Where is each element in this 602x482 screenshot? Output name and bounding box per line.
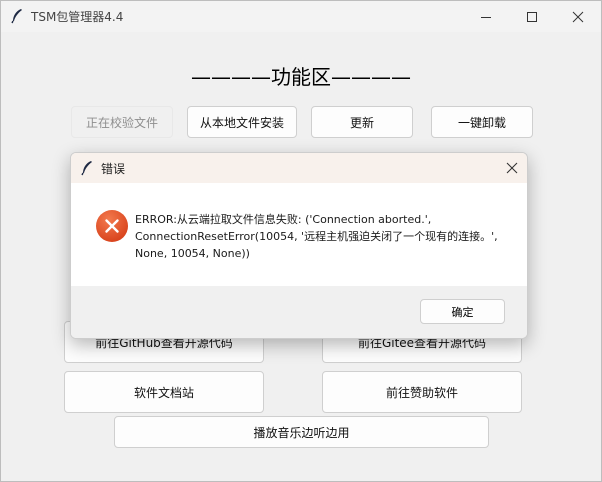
close-icon: [572, 11, 584, 22]
minimize-button[interactable]: [463, 1, 509, 32]
docs-site-button[interactable]: 软件文档站: [64, 371, 264, 413]
error-dialog: 错误 ERROR:从云端拉取文件信息失败: ('Connection abort…: [70, 152, 528, 339]
uninstall-all-button[interactable]: 一键卸载: [431, 106, 533, 138]
ok-button[interactable]: 确定: [420, 299, 505, 324]
close-icon: [506, 162, 518, 174]
sponsor-button[interactable]: 前往赞助软件: [322, 371, 522, 413]
dialog-footer: 确定: [71, 286, 527, 338]
update-button[interactable]: 更新: [311, 106, 413, 138]
error-message: ERROR:从云端拉取文件信息失败: ('Connection aborted.…: [135, 213, 502, 260]
app-feather-icon: [11, 9, 22, 24]
play-music-button[interactable]: 播放音乐边听边用: [114, 416, 489, 448]
dialog-title: 错误: [101, 162, 126, 176]
close-button[interactable]: [555, 1, 601, 32]
dialog-body: ERROR:从云端拉取文件信息失败: ('Connection aborted.…: [71, 183, 527, 286]
dialog-close-button[interactable]: [497, 153, 527, 183]
section-heading: ————功能区————: [191, 65, 411, 89]
window-title: TSM包管理器4.4: [31, 10, 124, 24]
install-local-file-button[interactable]: 从本地文件安装: [187, 106, 297, 138]
maximize-button[interactable]: [509, 1, 555, 32]
dialog-feather-icon: [81, 161, 92, 176]
error-icon: [96, 210, 128, 242]
maximize-icon: [527, 11, 537, 22]
verifying-files-button[interactable]: 正在校验文件: [71, 106, 173, 138]
title-bar: TSM包管理器4.4: [1, 1, 601, 32]
minimize-icon: [481, 16, 491, 18]
dialog-title-bar: 错误: [71, 153, 527, 183]
